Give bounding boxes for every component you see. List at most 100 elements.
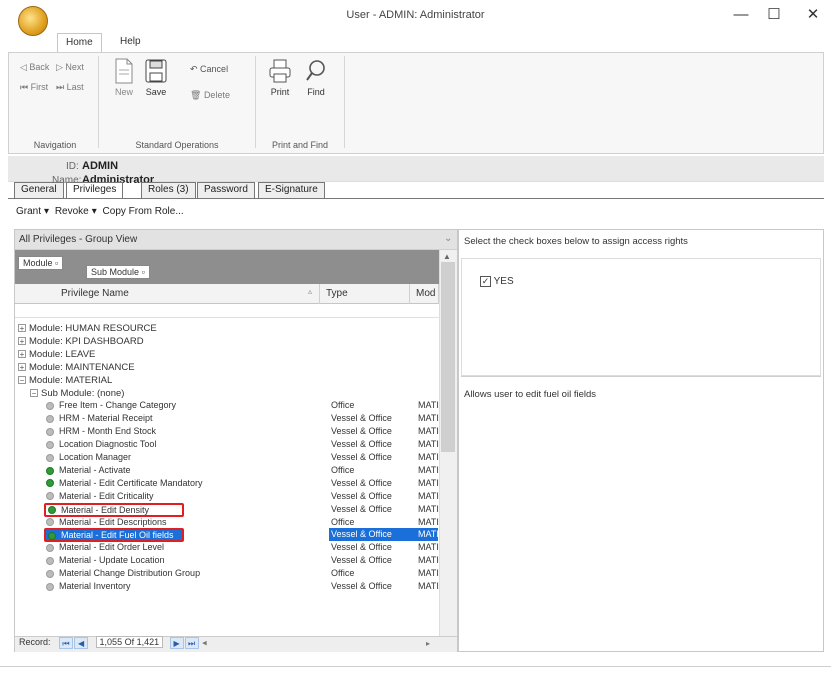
sort-icon: ▫ bbox=[55, 258, 59, 268]
privilege-row[interactable]: HRM - Month End Stock Vessel & Office MATI bbox=[44, 425, 439, 438]
module-group-row[interactable]: − Module: MATERIAL bbox=[18, 374, 438, 387]
yes-checkbox[interactable]: ✓ YES bbox=[480, 276, 514, 287]
privilege-name: Material - Edit Fuel Oil fields bbox=[61, 530, 174, 541]
sort-arrow-icon: ▵ bbox=[308, 287, 313, 296]
module-group-row[interactable]: + Module: KPI DASHBOARD bbox=[18, 335, 438, 348]
privilege-type: Vessel & Office bbox=[331, 503, 392, 514]
first-button[interactable]: ⏮ First bbox=[20, 82, 48, 93]
submodule-group-row[interactable]: − Sub Module: (none) bbox=[30, 387, 430, 400]
module-group-row[interactable]: + Module: MAINTENANCE bbox=[18, 361, 438, 374]
last-button[interactable]: ⏭ Last bbox=[56, 82, 84, 93]
module-group-label: Module: KPI DASHBOARD bbox=[29, 335, 144, 347]
tab-esignature[interactable]: E-Signature bbox=[258, 182, 325, 198]
privilege-actions: Grant ▾ Revoke ▾ Copy From Role... bbox=[16, 206, 187, 217]
collapse-icon[interactable]: ⌄ bbox=[444, 233, 452, 244]
tab-password[interactable]: Password bbox=[197, 182, 255, 198]
privilege-type: Vessel & Office bbox=[331, 413, 392, 424]
close-button[interactable]: ✕ bbox=[799, 4, 827, 26]
copy-from-role-menu[interactable]: Copy From Role... bbox=[103, 206, 184, 217]
printer-icon bbox=[269, 59, 291, 83]
collapse-icon[interactable]: − bbox=[18, 376, 26, 385]
privilege-name: HRM - Month End Stock bbox=[59, 426, 157, 437]
privilege-row[interactable]: Material - Edit Density Vessel & Office MA… bbox=[44, 502, 439, 517]
next-record-icon[interactable]: ▶ bbox=[169, 637, 184, 649]
privilege-row[interactable]: Free Item - Change Category Office MATI bbox=[44, 399, 439, 412]
privilege-row[interactable]: Material - Edit Criticality Vessel & Offi… bbox=[44, 490, 439, 503]
status-bar-line bbox=[0, 666, 831, 667]
scrollbar-thumb[interactable] bbox=[441, 262, 455, 452]
privilege-name: Material - Edit Criticality bbox=[59, 490, 154, 501]
column-module[interactable]: Mod bbox=[410, 284, 439, 304]
save-button[interactable]: Save bbox=[136, 58, 176, 97]
privilege-name: Free Item - Change Category bbox=[59, 400, 177, 411]
expand-icon[interactable]: + bbox=[18, 337, 26, 346]
privilege-row[interactable]: Material - Edit Fuel Oil fields Vessel & … bbox=[44, 528, 439, 543]
privilege-row[interactable]: Material - Edit Certificate Mandatory Ves… bbox=[44, 477, 439, 490]
expand-icon[interactable]: + bbox=[18, 324, 26, 333]
tab-general[interactable]: General bbox=[14, 182, 64, 198]
next-button[interactable]: ▷ Next bbox=[56, 62, 84, 73]
group-by-bar bbox=[15, 250, 439, 284]
privilege-row[interactable]: HRM - Material Receipt Vessel & Office MAT… bbox=[44, 412, 439, 425]
grid-title-text: All Privileges - Group View bbox=[19, 234, 138, 245]
standard-ops-group-label: Standard Operations bbox=[135, 140, 219, 150]
privilege-name: Material Inventory bbox=[59, 581, 131, 591]
privilege-row[interactable]: Material - Activate Office MATI bbox=[44, 464, 439, 477]
delete-button[interactable]: 🗑 Delete bbox=[190, 90, 230, 101]
prev-record-icon[interactable]: ◀ bbox=[74, 637, 89, 649]
module-group-row[interactable]: + Module: HUMAN RESOURCE bbox=[18, 322, 438, 335]
tab-roles[interactable]: Roles (3) bbox=[141, 182, 196, 198]
cancel-button[interactable]: ↶ Cancel bbox=[190, 64, 228, 75]
privilege-type: Vessel & Office bbox=[331, 426, 392, 437]
privilege-row[interactable]: Material - Edit Descriptions Office MATI bbox=[44, 516, 439, 529]
scroll-up-icon[interactable]: ▲ bbox=[443, 252, 451, 261]
privilege-module: MATI bbox=[418, 490, 439, 501]
privilege-module: MATI bbox=[418, 477, 439, 488]
submodule-group-label: Sub Module: (none) bbox=[41, 387, 125, 399]
h-scroll-right-icon[interactable]: ▸ bbox=[426, 639, 430, 648]
privilege-row[interactable]: Location Manager Vessel & Office MATI bbox=[44, 451, 439, 464]
expand-icon[interactable]: + bbox=[18, 363, 26, 372]
privilege-row[interactable]: Location Diagnostic Tool Vessel & Office M… bbox=[44, 438, 439, 451]
privilege-module: MATI bbox=[418, 568, 439, 579]
grant-menu[interactable]: Grant bbox=[16, 206, 41, 217]
privilege-type: Vessel & Office bbox=[331, 542, 392, 553]
filter-row[interactable] bbox=[15, 304, 439, 318]
module-group-row[interactable]: + Module: LEAVE bbox=[18, 348, 438, 361]
privilege-type: Office bbox=[331, 464, 355, 475]
tab-home[interactable]: Home bbox=[57, 33, 102, 53]
privilege-row[interactable]: Material Inventory Vessel & Office MATI bbox=[44, 580, 439, 593]
minimize-button[interactable]: — bbox=[727, 4, 755, 26]
column-privilege-name[interactable]: Privilege Name bbox=[55, 284, 320, 304]
privilege-row[interactable]: Material - Update Location Vessel & Offic… bbox=[44, 554, 439, 567]
not-granted-icon bbox=[46, 543, 54, 552]
collapse-icon[interactable]: − bbox=[30, 388, 38, 397]
group-chip-submodule[interactable]: Sub Module ▫ bbox=[86, 265, 150, 279]
expand-icon[interactable]: + bbox=[18, 350, 26, 359]
privilege-module: MATI bbox=[418, 439, 439, 450]
find-button[interactable]: Find bbox=[296, 58, 336, 97]
new-label: New bbox=[114, 87, 133, 97]
record-position[interactable]: 1,055 Of 1,421 bbox=[95, 636, 164, 649]
module-group-label: Module: MATERIAL bbox=[29, 374, 113, 386]
privilege-row[interactable]: Material - Edit Order Level Vessel & Offi… bbox=[44, 541, 439, 554]
tab-help[interactable]: Help bbox=[112, 33, 149, 53]
privilege-module: MATI bbox=[418, 581, 439, 591]
privilege-module: MATI bbox=[418, 516, 439, 527]
revoke-menu[interactable]: Revoke bbox=[55, 206, 89, 217]
ribbon-separator bbox=[344, 56, 345, 148]
privilege-row[interactable]: Material Change Distribution Group Office… bbox=[44, 567, 439, 580]
first-record-icon[interactable]: ⏮ bbox=[59, 637, 74, 649]
privilege-module: MATI bbox=[418, 503, 439, 514]
group-chip-module[interactable]: Module ▫ bbox=[18, 256, 64, 270]
module-group-label: Module: MAINTENANCE bbox=[29, 361, 135, 373]
tab-privileges[interactable]: Privileges bbox=[66, 182, 124, 198]
grid-title: All Privileges - Group View bbox=[15, 230, 457, 250]
last-record-icon[interactable]: ⏭ bbox=[184, 637, 199, 649]
back-button[interactable]: ◁ Back bbox=[20, 62, 49, 73]
print-button[interactable]: Print bbox=[260, 58, 300, 97]
h-scroll-left-icon[interactable]: ◂ bbox=[202, 637, 207, 647]
next-label: Next bbox=[65, 62, 84, 72]
column-type[interactable]: Type bbox=[320, 284, 410, 304]
maximize-button[interactable]: ☐ bbox=[760, 4, 788, 26]
